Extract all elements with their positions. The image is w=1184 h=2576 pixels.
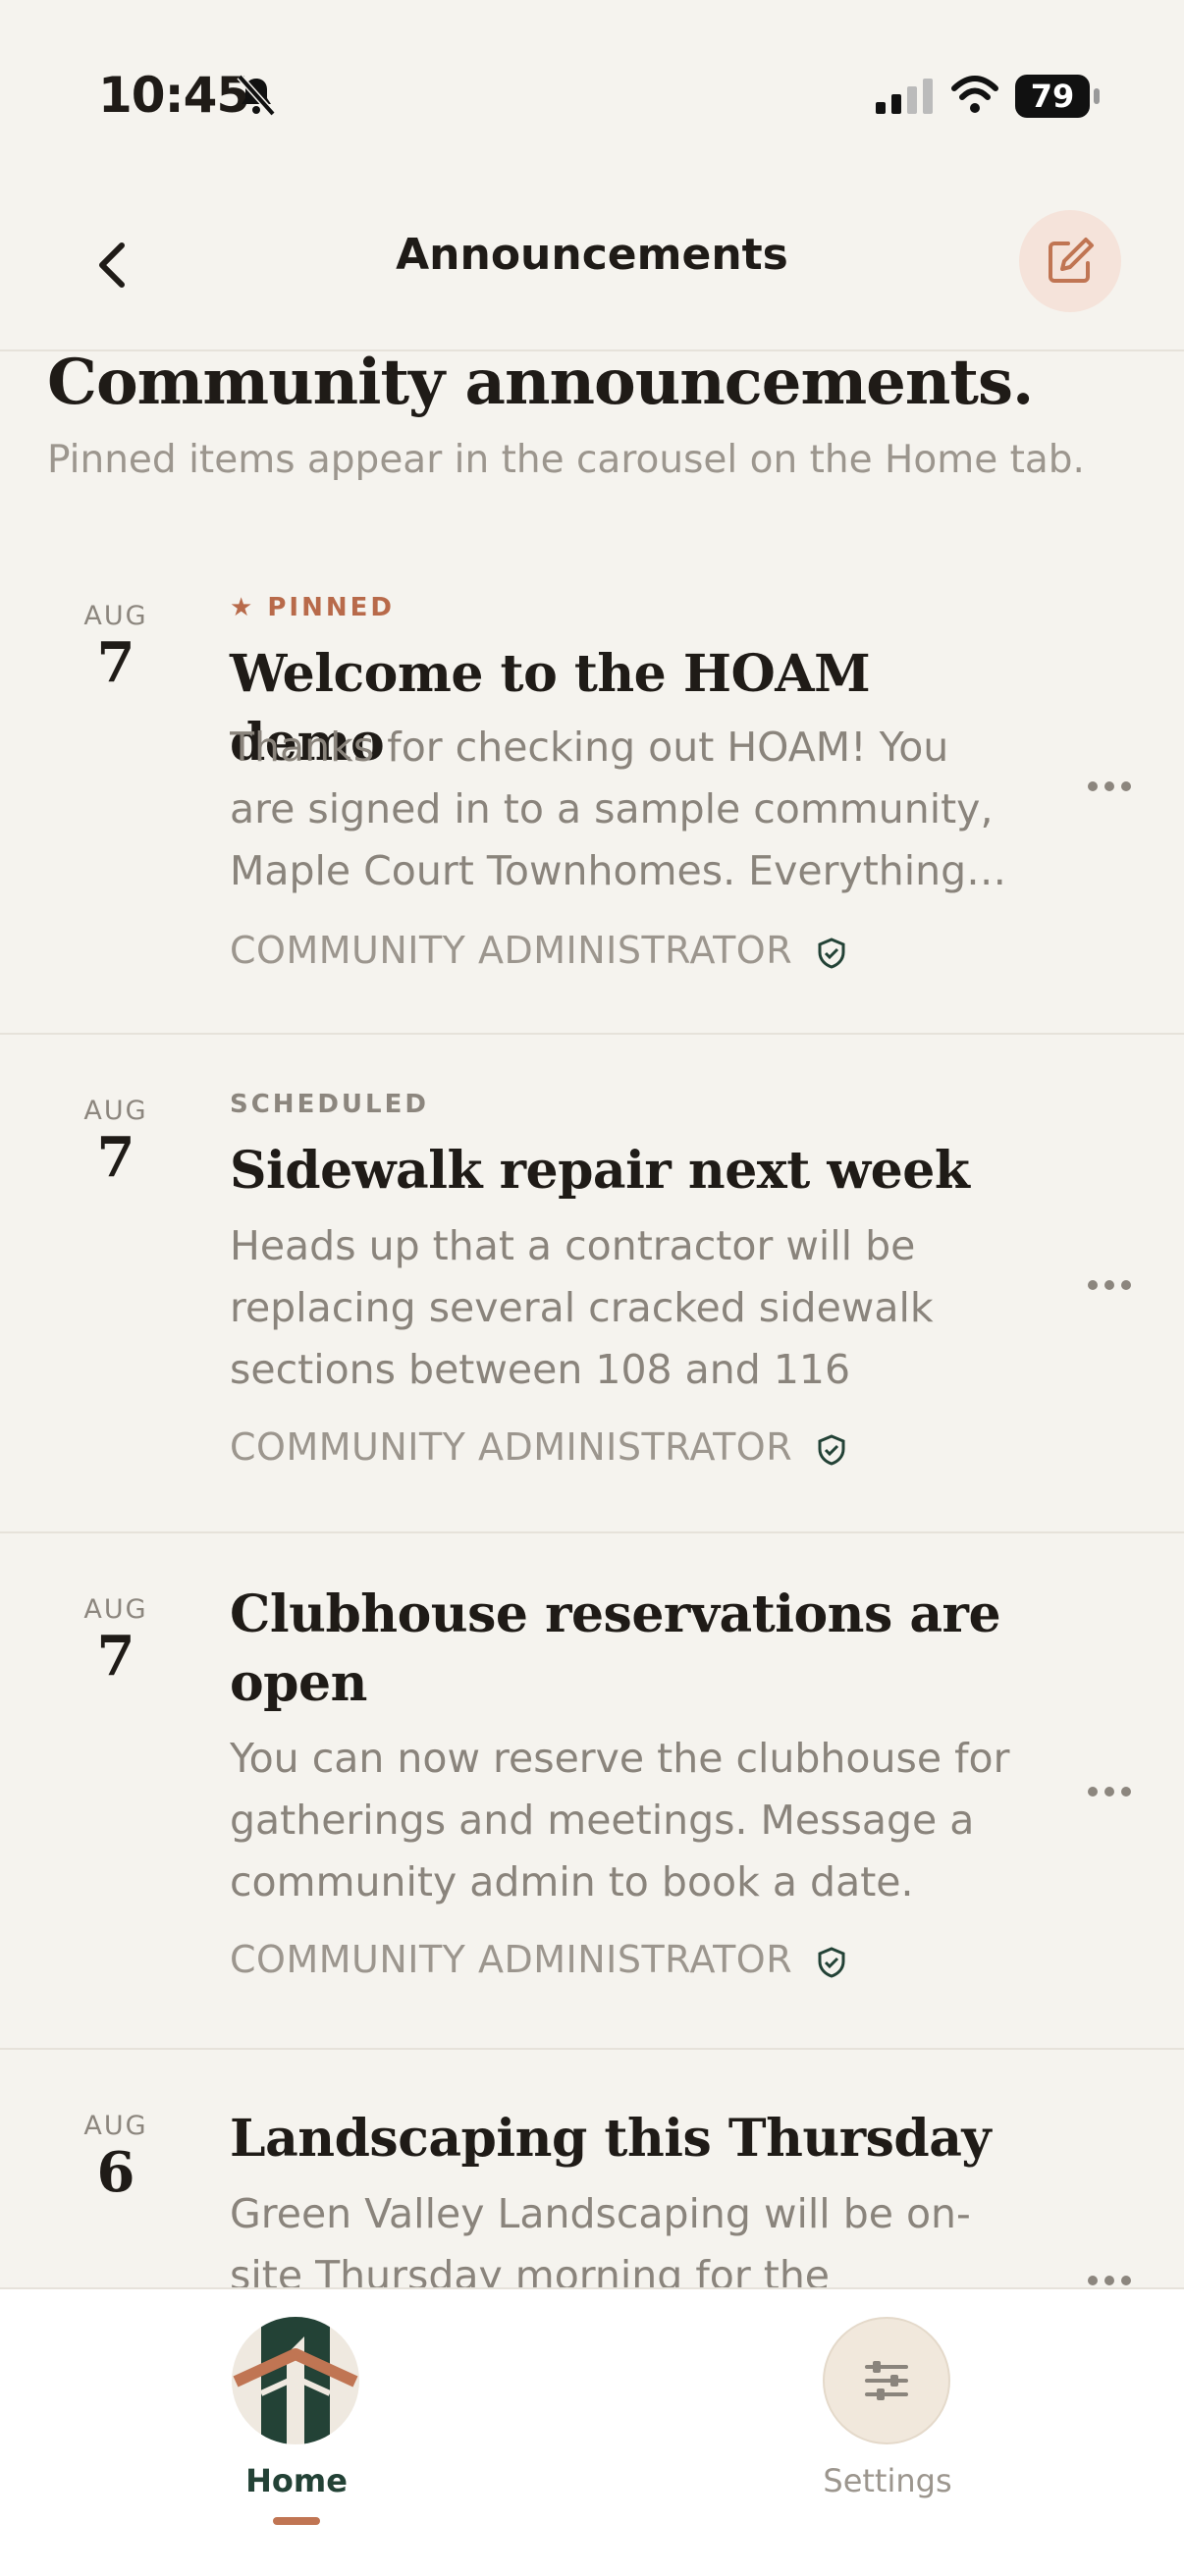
- battery-icon: 79: [1015, 75, 1100, 118]
- announcement-body: Green Valley Landscaping will be on-site…: [230, 2190, 971, 2287]
- announcement-title: Landscaping this Thursday: [230, 2109, 992, 2169]
- active-tab-indicator: [273, 2517, 320, 2525]
- verified-shield-icon: [818, 937, 845, 969]
- date-month: AUG: [83, 1594, 148, 1625]
- announcement-body: You can now reserve the clubhouse for ga…: [230, 1735, 1010, 1905]
- date-day: 7: [96, 1125, 135, 1190]
- page-heading: Community announcements.: [47, 346, 1034, 419]
- date-day: 6: [96, 2140, 135, 2205]
- announcement-title: Clubhouse reservations are open: [230, 1584, 1001, 1713]
- more-options-button[interactable]: [1084, 772, 1135, 801]
- status-time: 10:45: [98, 67, 250, 124]
- status-bar: 10:45 79: [0, 0, 1184, 187]
- verified-shield-icon: [818, 1433, 845, 1466]
- announcement-body: Thanks for checking out HOAM! You are si…: [230, 724, 1007, 894]
- bell-muted-icon: [237, 74, 276, 117]
- date-month: AUG: [83, 1096, 148, 1126]
- pinned-tag: ★ PINNED: [230, 593, 395, 622]
- nav-header: Announcements: [0, 187, 1184, 351]
- page-subtitle: Pinned items appear in the carousel on t…: [47, 438, 1085, 482]
- announcement-item[interactable]: AUG 7 ★ PINNED Welcome to the HOAM demo …: [0, 550, 1184, 1035]
- announcement-item[interactable]: AUG 7 Clubhouse reservations are open Yo…: [0, 1531, 1184, 2050]
- cellular-signal-icon: [876, 79, 933, 114]
- home-logo-icon: [232, 2317, 359, 2444]
- date-month: AUG: [83, 2111, 148, 2141]
- header-title: Announcements: [396, 230, 788, 280]
- more-options-button[interactable]: [1084, 1270, 1135, 1300]
- date-day: 7: [96, 630, 135, 695]
- star-icon: ★: [230, 593, 268, 622]
- more-options-button[interactable]: [1084, 2266, 1135, 2287]
- announcement-author: COMMUNITY ADMINISTRATOR: [230, 929, 846, 972]
- announcement-item[interactable]: AUG 7 SCHEDULED Sidewalk repair next wee…: [0, 1033, 1184, 1533]
- announcement-item[interactable]: AUG 6 Landscaping this Thursday Green Va…: [0, 2048, 1184, 2287]
- more-options-button[interactable]: [1084, 1777, 1135, 1806]
- date-month: AUG: [83, 601, 148, 631]
- verified-shield-icon: [818, 1946, 845, 1978]
- announcement-title: Sidewalk repair next week: [230, 1141, 970, 1201]
- tab-home-label: Home: [245, 2462, 348, 2499]
- tab-bar: Home Settings: [0, 2287, 1184, 2576]
- sliders-icon: [823, 2317, 950, 2444]
- announcement-author: COMMUNITY ADMINISTRATOR: [230, 1425, 846, 1469]
- date-day: 7: [96, 1624, 135, 1689]
- tab-settings-label: Settings: [823, 2462, 952, 2499]
- announcement-body: Heads up that a contractor will be repla…: [230, 1222, 934, 1393]
- announcement-author: COMMUNITY ADMINISTRATOR: [230, 1938, 846, 1981]
- wifi-icon: [951, 76, 998, 113]
- compose-button[interactable]: [1019, 210, 1121, 312]
- battery-level: 79: [1015, 75, 1090, 118]
- tab-settings[interactable]: Settings: [740, 2289, 1035, 2576]
- compose-icon: [1049, 238, 1094, 283]
- scheduled-tag: SCHEDULED: [230, 1090, 429, 1119]
- tab-home[interactable]: Home: [149, 2289, 444, 2576]
